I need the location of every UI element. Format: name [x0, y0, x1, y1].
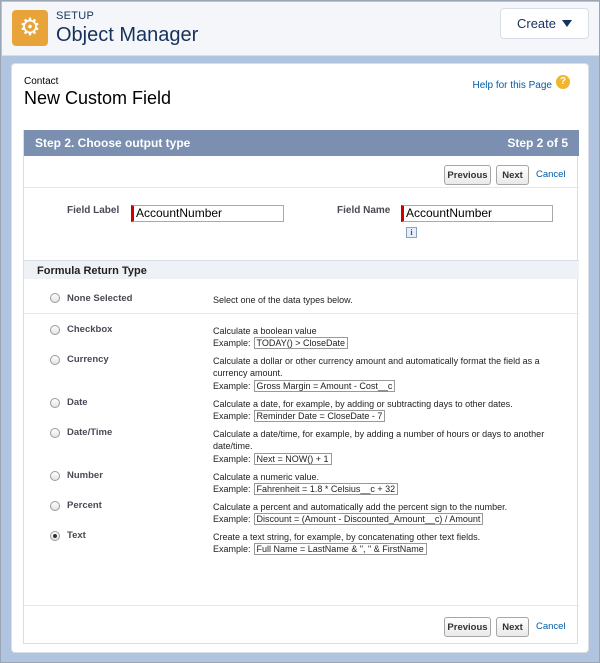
next-button[interactable]: Next	[496, 165, 529, 185]
type-label-percent: Percent	[67, 500, 102, 511]
step-title: Step 2. Choose output type	[35, 136, 191, 150]
help-icon[interactable]: ?	[556, 75, 570, 89]
radio-datetime[interactable]	[50, 428, 60, 438]
type-label-datetime: Date/Time	[67, 427, 113, 438]
divider	[24, 605, 579, 606]
example-formula: Discount = (Amount - Discounted_Amount__…	[253, 513, 484, 525]
example-formula: TODAY() > CloseDate	[253, 337, 348, 349]
type-desc-none-selected: Select one of the data types below.	[213, 295, 353, 305]
section-title: Formula Return Type	[37, 265, 147, 277]
type-label-date: Date	[67, 397, 88, 408]
setup-header: ⚙ SETUP Object Manager Create	[2, 2, 599, 56]
create-button[interactable]: Create	[500, 8, 589, 39]
type-desc-percent: Calculate a percent and automatically ad…	[213, 502, 508, 512]
create-button-label: Create	[516, 16, 557, 31]
step-panel: Step 2. Choose output type Step 2 of 5 P…	[23, 130, 579, 644]
example-formula: Next = NOW() + 1	[253, 453, 332, 465]
example-prefix: Example:	[213, 454, 251, 464]
example-prefix: Example:	[213, 484, 251, 494]
radio-text[interactable]	[50, 531, 60, 541]
object-manager-title: Object Manager	[56, 24, 199, 46]
next-button-bottom[interactable]: Next	[496, 617, 529, 637]
example-formula: Gross Margin = Amount - Cost__c	[253, 380, 396, 392]
example-prefix: Example:	[213, 381, 251, 391]
radio-date[interactable]	[50, 398, 60, 408]
type-label-text: Text	[67, 530, 86, 541]
field-label-input[interactable]: AccountNumber	[131, 205, 284, 222]
cancel-link-bottom[interactable]: Cancel	[536, 621, 566, 632]
field-name-input[interactable]: AccountNumber	[401, 205, 553, 222]
step-header: Step 2. Choose output type Step 2 of 5	[24, 130, 579, 156]
example-prefix: Example:	[213, 338, 251, 348]
example-checkbox: Example: TODAY() > CloseDate	[213, 337, 348, 349]
radio-checkbox[interactable]	[50, 325, 60, 335]
breadcrumb: Contact	[24, 76, 59, 87]
example-formula: Fahrenheit = 1.8 * Celsius__c + 32	[253, 483, 399, 495]
radio-percent[interactable]	[50, 501, 60, 511]
example-formula: Full Name = LastName & ", " & FirstName	[253, 543, 427, 555]
radio-none-selected[interactable]	[50, 293, 60, 303]
info-icon[interactable]: i	[406, 227, 417, 238]
help-link[interactable]: Help for this Page	[473, 80, 553, 91]
setup-label: SETUP	[56, 10, 95, 22]
window-frame: ⚙ SETUP Object Manager Create Contact Ne…	[0, 0, 600, 663]
example-number: Example: Fahrenheit = 1.8 * Celsius__c +…	[213, 483, 399, 495]
radio-currency[interactable]	[50, 355, 60, 365]
example-percent: Example: Discount = (Amount - Discounted…	[213, 513, 484, 525]
previous-button[interactable]: Previous	[444, 165, 491, 185]
example-currency: Example: Gross Margin = Amount - Cost__c	[213, 380, 396, 392]
divider	[24, 313, 579, 314]
radio-number[interactable]	[50, 471, 60, 481]
formula-return-type-header: Formula Return Type	[24, 260, 579, 279]
example-date: Example: Reminder Date = CloseDate - 7	[213, 410, 386, 422]
example-prefix: Example:	[213, 514, 251, 524]
type-desc-currency: Calculate a dollar or other currency amo…	[213, 356, 540, 378]
type-label-none-selected: None Selected	[67, 293, 133, 304]
type-desc-date: Calculate a date, for example, by adding…	[213, 399, 513, 409]
divider	[24, 187, 579, 188]
caret-down-icon	[562, 20, 573, 27]
gear-icon: ⚙	[12, 10, 48, 46]
example-formula: Reminder Date = CloseDate - 7	[253, 410, 386, 422]
type-desc-text: Create a text string, for example, by co…	[213, 532, 481, 542]
step-count: Step 2 of 5	[507, 136, 568, 150]
example-datetime: Example: Next = NOW() + 1	[213, 453, 332, 465]
example-prefix: Example:	[213, 544, 251, 554]
type-label-number: Number	[67, 470, 103, 481]
main-content: Contact New Custom Field Help for this P…	[11, 63, 589, 653]
field-label-label: Field Label	[67, 205, 120, 216]
example-text: Example: Full Name = LastName & ", " & F…	[213, 543, 427, 555]
page-title: New Custom Field	[24, 88, 172, 108]
type-desc-number: Calculate a numeric value.	[213, 472, 320, 482]
example-prefix: Example:	[213, 411, 251, 421]
cancel-link[interactable]: Cancel	[536, 169, 566, 180]
type-label-checkbox: Checkbox	[67, 324, 113, 335]
type-desc-datetime: Calculate a date/time, for example, by a…	[213, 429, 545, 451]
field-name-label: Field Name	[337, 205, 391, 216]
previous-button-bottom[interactable]: Previous	[444, 617, 491, 637]
type-label-currency: Currency	[67, 354, 109, 365]
type-desc-checkbox: Calculate a boolean value	[213, 326, 317, 336]
